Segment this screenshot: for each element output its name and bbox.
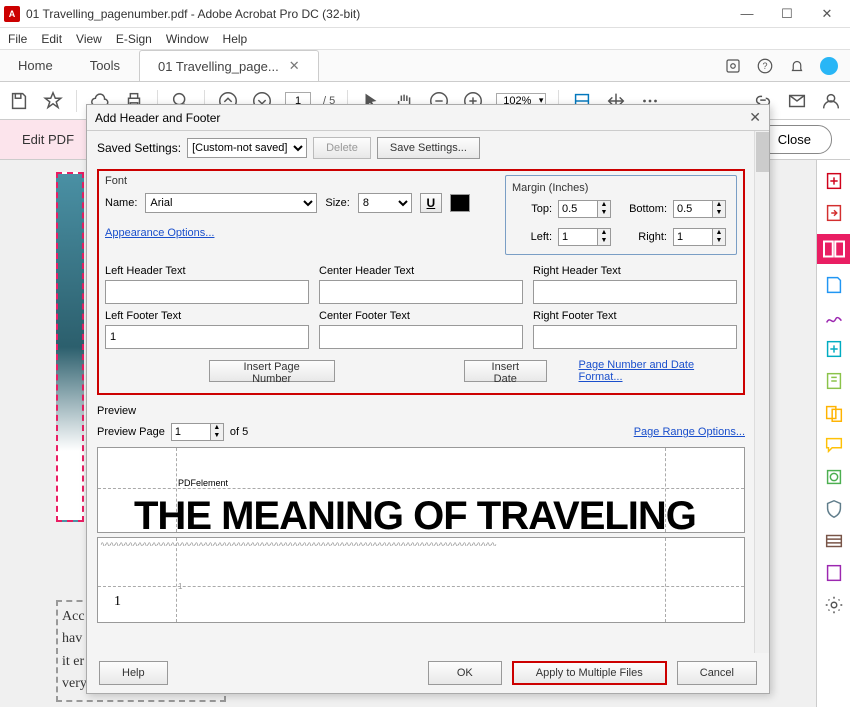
center-footer-label: Center Footer Text bbox=[319, 310, 523, 322]
margin-top-label: Top: bbox=[512, 203, 552, 215]
saved-settings-label: Saved Settings: bbox=[97, 141, 181, 155]
rail-scan-icon[interactable] bbox=[823, 466, 845, 488]
margin-right-input[interactable] bbox=[673, 228, 713, 246]
bell-icon[interactable] bbox=[788, 57, 806, 75]
menu-view[interactable]: View bbox=[76, 32, 102, 46]
svg-text:?: ? bbox=[762, 61, 767, 71]
rail-protect-icon[interactable] bbox=[823, 498, 845, 520]
right-header-input[interactable] bbox=[533, 280, 737, 304]
margin-bottom-input[interactable] bbox=[673, 200, 713, 218]
menu-window[interactable]: Window bbox=[166, 32, 209, 46]
font-name-label: Name: bbox=[105, 197, 137, 209]
close-window-button[interactable]: ✕ bbox=[814, 6, 840, 22]
rail-compress-icon[interactable] bbox=[823, 370, 845, 392]
user-avatar[interactable] bbox=[820, 57, 838, 75]
close-tab-icon[interactable]: ✕ bbox=[289, 58, 300, 74]
ok-button[interactable]: OK bbox=[428, 661, 502, 685]
left-header-input[interactable] bbox=[105, 280, 309, 304]
rail-create-icon[interactable] bbox=[823, 170, 845, 192]
menu-bar: File Edit View E-Sign Window Help bbox=[0, 28, 850, 50]
cancel-button[interactable]: Cancel bbox=[677, 661, 757, 685]
font-group-label: Font bbox=[105, 175, 493, 187]
margin-left-label: Left: bbox=[512, 231, 552, 243]
menu-edit[interactable]: Edit bbox=[41, 32, 62, 46]
appearance-options-link[interactable]: Appearance Options... bbox=[105, 227, 214, 239]
font-color-button[interactable] bbox=[450, 194, 470, 212]
margin-right-label: Right: bbox=[617, 231, 667, 243]
page-range-link[interactable]: Page Range Options... bbox=[634, 426, 745, 438]
rail-combine-icon[interactable] bbox=[823, 402, 845, 424]
left-header-label: Left Header Text bbox=[105, 265, 309, 277]
insert-page-number-button[interactable]: Insert Page Number bbox=[209, 360, 335, 382]
underline-button[interactable]: U bbox=[420, 193, 442, 213]
rail-media-icon[interactable] bbox=[823, 530, 845, 552]
rail-form-icon[interactable] bbox=[823, 562, 845, 584]
title-bar: A 01 Travelling_pagenumber.pdf - Adobe A… bbox=[0, 0, 850, 28]
account-icon[interactable] bbox=[820, 90, 842, 112]
preview-page-label: Preview Page bbox=[97, 426, 165, 438]
email-icon[interactable] bbox=[786, 90, 808, 112]
rail-edit-icon[interactable] bbox=[817, 234, 850, 264]
menu-file[interactable]: File bbox=[8, 32, 27, 46]
header-footer-dialog: Add Header and Footer ✕ Saved Settings: … bbox=[86, 104, 770, 694]
share-icon[interactable] bbox=[724, 57, 742, 75]
star-icon[interactable] bbox=[42, 90, 64, 112]
apply-multiple-button[interactable]: Apply to Multiple Files bbox=[512, 661, 667, 685]
app-icon: A bbox=[4, 6, 20, 22]
preview-page-of: of 5 bbox=[230, 426, 248, 438]
rail-save-icon[interactable] bbox=[823, 274, 845, 296]
margin-group-label: Margin (Inches) bbox=[512, 182, 730, 194]
left-footer-input[interactable] bbox=[105, 325, 309, 349]
right-header-label: Right Header Text bbox=[533, 265, 737, 277]
center-header-input[interactable] bbox=[319, 280, 523, 304]
edit-pdf-label: Edit PDF bbox=[0, 120, 96, 159]
save-settings-button[interactable]: Save Settings... bbox=[377, 137, 480, 159]
page-number-format-link[interactable]: Page Number and Date Format... bbox=[579, 359, 737, 383]
right-footer-input[interactable] bbox=[533, 325, 737, 349]
dialog-scrollbar[interactable] bbox=[754, 131, 769, 653]
maximize-button[interactable]: ☐ bbox=[774, 6, 800, 22]
help-button[interactable]: Help bbox=[99, 661, 168, 685]
center-footer-input[interactable] bbox=[319, 325, 523, 349]
margin-top-input[interactable] bbox=[558, 200, 598, 218]
preview-footer-number: 1 bbox=[114, 594, 121, 610]
rail-comment-icon[interactable] bbox=[823, 434, 845, 456]
preview-headline: THE MEANING OF TRAVELING bbox=[134, 494, 696, 533]
help-icon[interactable]: ? bbox=[756, 57, 774, 75]
dialog-title: Add Header and Footer bbox=[95, 111, 220, 125]
saved-settings-select[interactable]: [Custom-not saved] bbox=[187, 138, 307, 158]
font-size-label: Size: bbox=[325, 197, 349, 209]
menu-help[interactable]: Help bbox=[223, 32, 248, 46]
right-tools-rail bbox=[816, 160, 850, 707]
tab-document[interactable]: 01 Travelling_page... ✕ bbox=[139, 50, 319, 81]
font-margin-group: Font Name: Arial Size: 8 U Appearance Op… bbox=[97, 169, 745, 395]
save-icon[interactable] bbox=[8, 90, 30, 112]
preview-footer-canvas: ∿∿∿∿∿∿∿∿∿∿∿∿∿∿∿∿∿∿∿∿∿∿∿∿∿∿∿∿∿∿∿∿∿∿∿∿∿∿∿∿… bbox=[97, 537, 745, 623]
minimize-button[interactable]: — bbox=[734, 6, 760, 22]
dialog-close-button[interactable]: ✕ bbox=[749, 109, 761, 126]
preview-page-input[interactable] bbox=[171, 423, 211, 441]
rail-export-icon[interactable] bbox=[823, 202, 845, 224]
tab-home[interactable]: Home bbox=[0, 50, 72, 81]
document-image bbox=[56, 172, 84, 522]
rail-more-icon[interactable] bbox=[823, 594, 845, 616]
left-footer-label: Left Footer Text bbox=[105, 310, 309, 322]
center-header-label: Center Header Text bbox=[319, 265, 523, 277]
margin-left-input[interactable] bbox=[558, 228, 598, 246]
rail-sign-icon[interactable] bbox=[823, 306, 845, 328]
insert-date-button[interactable]: Insert Date bbox=[464, 360, 546, 382]
preview-header-canvas: PDFelement THE MEANING OF TRAVELING bbox=[97, 447, 745, 533]
preview-watermark: PDFelement bbox=[178, 478, 228, 488]
margin-bottom-label: Bottom: bbox=[617, 203, 667, 215]
preview-label: Preview bbox=[97, 405, 759, 417]
delete-button[interactable]: Delete bbox=[313, 137, 371, 159]
font-name-select[interactable]: Arial bbox=[145, 193, 317, 213]
font-size-select[interactable]: 8 bbox=[358, 193, 412, 213]
tab-row: Home Tools 01 Travelling_page... ✕ ? bbox=[0, 50, 850, 82]
window-title: 01 Travelling_pagenumber.pdf - Adobe Acr… bbox=[26, 7, 734, 21]
menu-esign[interactable]: E-Sign bbox=[116, 32, 152, 46]
tab-tools[interactable]: Tools bbox=[72, 50, 139, 81]
right-footer-label: Right Footer Text bbox=[533, 310, 737, 322]
rail-organize-icon[interactable] bbox=[823, 338, 845, 360]
